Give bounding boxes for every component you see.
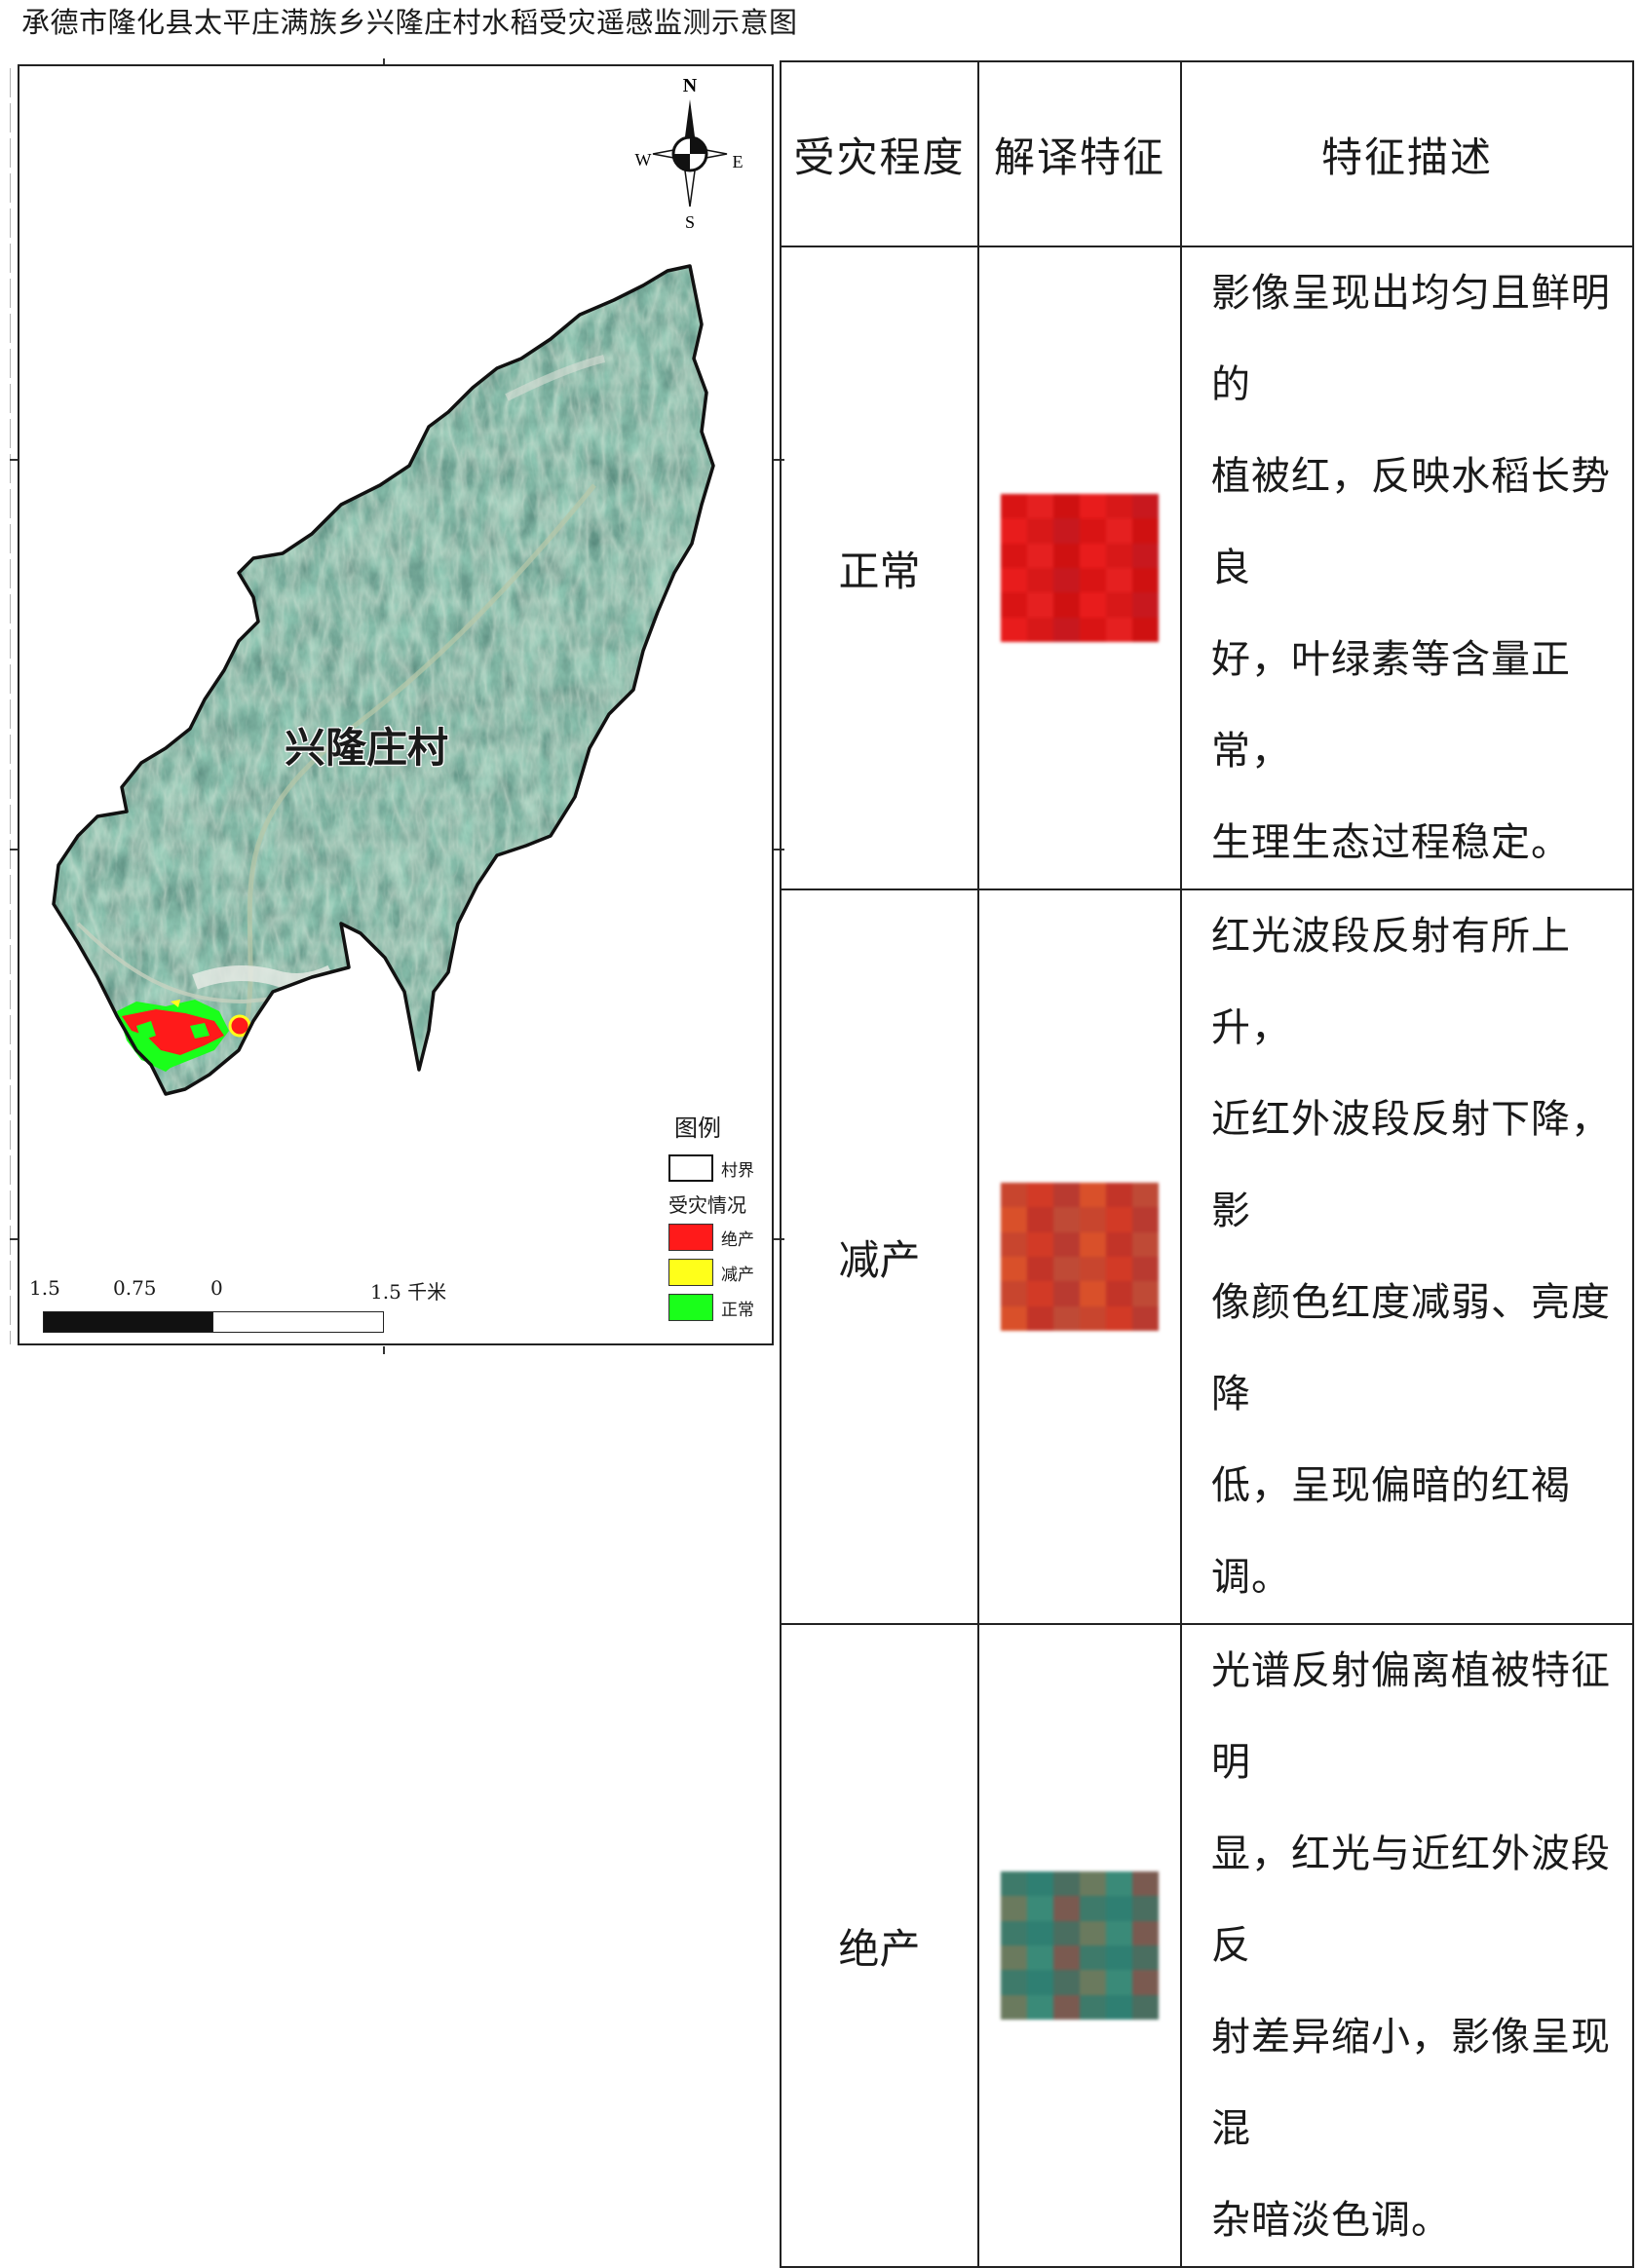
desc-line: 好，叶绿素等含量正常，: [1211, 637, 1571, 774]
description-cell: 光谱反射偏离植被特征明 显，红光与近红外波段反 射差异缩小，影像呈现混 杂暗淡色…: [1180, 1623, 1634, 2268]
legend-item: 减产: [668, 1259, 758, 1286]
legend-boundary-label: 村界: [721, 1160, 754, 1181]
legend-swatch-failure: [668, 1224, 713, 1251]
description-cell: 红光波段反射有所上升， 近红外波段反射下降，影 像颜色红度减弱、亮度降 低，呈现…: [1180, 888, 1634, 1625]
scale-label-1: 0.75: [113, 1276, 157, 1300]
desc-line: 近红外波段反射下降，影: [1211, 1097, 1611, 1233]
legend-item: 绝产: [668, 1224, 758, 1251]
scale-bar: 1.5 0.75 0 1.5 千米: [29, 1276, 452, 1335]
desc-line: 光谱反射偏离植被特征明: [1211, 1648, 1611, 1785]
legend-item: 正常: [668, 1294, 758, 1321]
legend-swatch-reduced: [668, 1259, 713, 1286]
compass-s: S: [685, 212, 695, 232]
scale-segment-dark: [43, 1311, 214, 1333]
legend-label-failure: 绝产: [721, 1229, 754, 1250]
table-row: 减产 红光波段反射有所上升， 近红外波段反射下降，影 像颜色红度减弱、亮度降 低…: [780, 888, 1634, 1625]
north-arrow: N S W E: [631, 74, 748, 232]
header-cell: 受灾程度: [780, 60, 979, 247]
table-row: 正常 影像呈现出均匀且鲜明的 植被红，反映水稻长势良 好，叶绿素等含量正常， 生…: [780, 246, 1634, 890]
desc-line: 像颜色红度减弱、亮度降: [1211, 1280, 1611, 1417]
scale-label-2: 0: [210, 1276, 223, 1300]
damage-feature-table: 受灾程度 解译特征 特征描述 正常 影像呈现出均匀且鲜明的 植被红，反映水稻长势…: [780, 60, 1634, 2268]
sample-image-reduced: [1001, 1183, 1159, 1331]
legend-swatch-normal: [668, 1294, 713, 1321]
map-title: 承德市隆化县太平庄满族乡兴隆庄村水稻受灾遥感监测示意图: [21, 6, 798, 39]
header-damage-level: 受灾程度: [793, 132, 966, 181]
level-cell: 绝产: [838, 1924, 921, 1973]
desc-line: 射差异缩小，影像呈现混: [1211, 2015, 1611, 2151]
header-interpretation: 解译特征: [993, 132, 1165, 181]
compass-w: W: [635, 150, 652, 170]
desc-line: 杂暗淡色调。: [1211, 2198, 1451, 2243]
level-cell: 减产: [838, 1235, 921, 1284]
legend-label-reduced: 减产: [721, 1265, 754, 1285]
table-row: 绝产 光谱反射偏离植被特征明 显，红光与近红外波段反 射差异缩小，影像呈现混 杂…: [780, 1623, 1634, 2268]
sample-image-normal: [1001, 494, 1159, 642]
village-map: [52, 264, 715, 1096]
desc-line: 植被红，反映水稻长势良: [1211, 454, 1611, 590]
map-panel: [18, 64, 774, 1345]
desc-line: 影像呈现出均匀且鲜明的: [1211, 271, 1611, 407]
village-name-label: 兴隆庄村: [285, 724, 449, 772]
legend-boundary-swatch: [668, 1154, 713, 1182]
desc-line: 红光波段反射有所上升，: [1211, 914, 1571, 1050]
scale-label-0: 1.5: [29, 1276, 60, 1300]
level-cell: 正常: [838, 547, 921, 595]
description-cell: 影像呈现出均匀且鲜明的 植被红，反映水稻长势良 好，叶绿素等含量正常， 生理生态…: [1180, 246, 1634, 890]
scale-segment-light: [212, 1311, 384, 1333]
header-cell: 解译特征: [977, 60, 1182, 247]
table-header-row: 受灾程度 解译特征 特征描述: [780, 60, 1634, 247]
legend-title: 图例: [674, 1115, 721, 1142]
legend-damage-title: 受灾情况: [668, 1193, 746, 1217]
legend-boundary: 村界: [668, 1154, 758, 1182]
header-description: 特征描述: [1320, 132, 1493, 181]
desc-line: 显，红光与近红外波段反: [1211, 1832, 1611, 1968]
map-legend: 图例 村界 受灾情况 绝产 减产 正常: [668, 1109, 758, 1329]
compass-n: N: [683, 75, 698, 96]
desc-line: 生理生态过程稳定。: [1211, 820, 1571, 865]
desc-line: 低，呈现偏暗的红褐调。: [1211, 1463, 1571, 1600]
sample-image-failure: [1001, 1871, 1159, 2020]
compass-e: E: [733, 152, 744, 171]
legend-label-normal: 正常: [721, 1300, 754, 1320]
header-cell: 特征描述: [1180, 60, 1634, 247]
scale-label-3: 1.5 千米: [370, 1280, 447, 1304]
